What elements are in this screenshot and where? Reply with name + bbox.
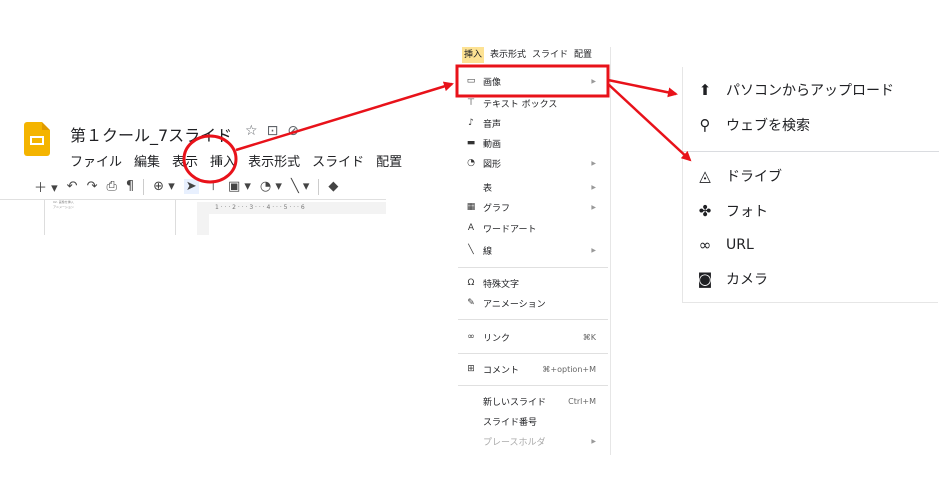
annotation-arrow: [607, 83, 692, 162]
annotation-overlay: [182, 64, 692, 184]
highlight-circle: [182, 134, 238, 184]
annotation-arrow: [235, 81, 454, 152]
highlight-box: [455, 64, 610, 98]
